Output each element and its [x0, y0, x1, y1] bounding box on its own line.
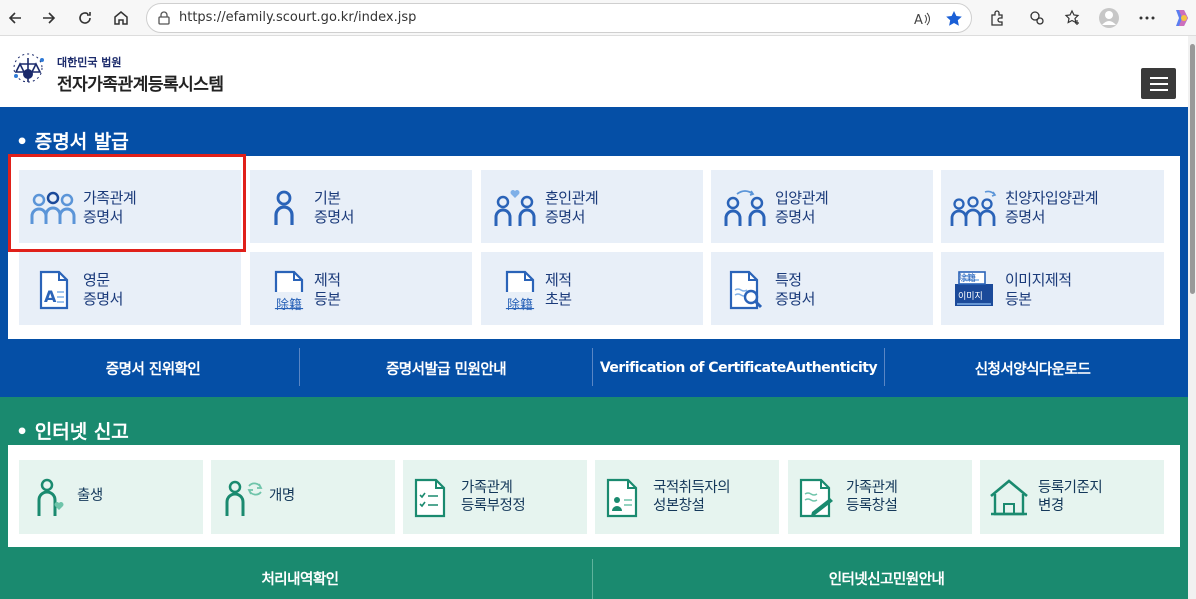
- rename-icon: [225, 480, 263, 516]
- logo-title[interactable]: 전자가족관계등록시스템: [57, 70, 224, 95]
- cert-removed-copy[interactable]: 除籍 제적 등본: [250, 252, 472, 325]
- card-label-line2: 성본창설: [653, 498, 705, 514]
- cert-marriage[interactable]: 혼인관계 증명서: [481, 170, 703, 243]
- card-label-line1: 가족관계: [461, 480, 513, 496]
- removed-badge: 除籍: [276, 298, 303, 313]
- link-verification-english[interactable]: Verification of CertificateAuthenticity: [593, 349, 884, 387]
- site-header: 대한민국 법원 전자가족관계등록시스템: [0, 36, 1188, 107]
- image-badge: 이미지: [958, 292, 983, 302]
- cert-english[interactable]: A 영문 증명서: [19, 252, 241, 325]
- card-label-line2: 증명서: [1005, 208, 1045, 226]
- link-issuance-guide[interactable]: 증명서발급 민원안내: [300, 349, 592, 387]
- card-label-line1: 개명: [269, 488, 295, 504]
- svg-text:A: A: [914, 13, 923, 27]
- internet-report-section: • 인터넷 신고 출생 개명 가족관계 등록부정정 국적취득자의 성본창설 가족…: [0, 397, 1188, 599]
- search-doc-icon: [729, 270, 763, 310]
- card-label-line1: 등록기준지: [1038, 480, 1103, 496]
- link-processing-history[interactable]: 처리내역확인: [8, 559, 592, 597]
- cert-full-adoption[interactable]: 친양자입양관계 증명서: [941, 170, 1164, 243]
- favorite-star-icon[interactable]: [945, 10, 963, 28]
- cert-basic[interactable]: 기본 증명서: [250, 170, 472, 243]
- more-menu-icon[interactable]: [1134, 6, 1160, 30]
- browser-toolbar: https://efamily.scourt.go.kr/index.jsp A: [0, 0, 1196, 36]
- court-logo-icon[interactable]: [8, 52, 52, 88]
- report-naturalized-surname[interactable]: 국적취득자의 성본창설: [595, 460, 779, 534]
- section-title: • 증명서 발급: [16, 131, 129, 153]
- house-icon: [990, 479, 1028, 516]
- profile-avatar-icon[interactable]: [1096, 6, 1122, 30]
- report-registration-base-change[interactable]: 등록기준지 변경: [980, 460, 1164, 534]
- cert-specific[interactable]: 특정 증명서: [711, 252, 933, 325]
- card-label-line1: 친양자입양관계: [1005, 189, 1099, 207]
- section-title: • 인터넷 신고: [16, 421, 129, 443]
- card-label-line1: 제적: [545, 271, 572, 289]
- back-icon[interactable]: [2, 6, 28, 30]
- svg-text:A: A: [44, 287, 57, 306]
- scrollbar-thumb[interactable]: [1190, 44, 1195, 294]
- address-bar[interactable]: https://efamily.scourt.go.kr/index.jsp A: [146, 3, 972, 33]
- hamburger-menu-button[interactable]: [1141, 68, 1176, 99]
- card-label-line1: 영문: [83, 271, 110, 289]
- checklist-doc-icon: [414, 478, 446, 518]
- write-doc-icon: [799, 478, 833, 518]
- url-text: https://efamily.scourt.go.kr/index.jsp: [179, 10, 417, 25]
- favorites-icon[interactable]: [1060, 6, 1086, 30]
- home-icon[interactable]: [108, 6, 134, 30]
- card-label-line2: 증명서: [314, 208, 354, 226]
- birth-icon: [37, 478, 64, 516]
- card-label-line2: 등본: [314, 290, 341, 308]
- selection-highlight: [8, 154, 246, 252]
- report-rename[interactable]: 개명: [211, 460, 395, 534]
- card-label-line1: 이미지제적: [1005, 271, 1072, 289]
- family-adoption-icon: [950, 190, 997, 226]
- forward-icon[interactable]: [36, 6, 62, 30]
- card-label-line2: 초본: [545, 290, 572, 308]
- card-label-line2: 증명서: [545, 208, 585, 226]
- card-label-line1: 가족관계: [846, 480, 898, 496]
- card-label-line2: 등록창설: [846, 498, 898, 514]
- adoption-icon: [724, 190, 766, 226]
- link-report-guide[interactable]: 인터넷신고민원안내: [593, 559, 1180, 597]
- page-viewport: 대한민국 법원 전자가족관계등록시스템 • 증명서 발급 가족관계 증명서 기본…: [0, 36, 1188, 599]
- link-form-download[interactable]: 신청서양식다운로드: [885, 349, 1180, 387]
- couple-heart-icon: [494, 190, 536, 226]
- cert-removed-abstract[interactable]: 除籍 제적 초본: [481, 252, 703, 325]
- logo-subtitle: 대한민국 법원: [57, 56, 122, 69]
- card-label-line1: 특정: [775, 271, 802, 289]
- english-doc-icon: A: [39, 270, 69, 310]
- card-label-line2: 증명서: [775, 208, 815, 226]
- cert-adoption[interactable]: 입양관계 증명서: [711, 170, 933, 243]
- refresh-icon[interactable]: [72, 6, 98, 30]
- card-label-line1: 입양관계: [775, 189, 829, 207]
- report-family-creation[interactable]: 가족관계 등록창설: [788, 460, 972, 534]
- removed-badge: 除籍: [507, 298, 534, 313]
- certificate-issuance-section: • 증명서 발급 가족관계 증명서 기본 증명서 혼인관계 증명서 입양관계 증…: [0, 107, 1188, 397]
- card-label-line2: 등록부정정: [461, 498, 526, 514]
- card-label-line1: 혼인관계: [545, 189, 599, 207]
- browser-essentials-icon[interactable]: [1024, 6, 1050, 30]
- report-family-correction[interactable]: 가족관계 등록부정정: [403, 460, 587, 534]
- card-label-line2: 증명서: [83, 290, 123, 308]
- site-info-icon[interactable]: [157, 11, 171, 25]
- card-label-line1: 기본: [314, 189, 341, 207]
- card-label-line2: 등본: [1005, 290, 1032, 308]
- card-label-line1: 출생: [77, 488, 103, 504]
- card-label-line1: 제적: [314, 271, 341, 289]
- card-label-line2: 변경: [1038, 498, 1064, 514]
- link-verify-certificate[interactable]: 증명서 진위확인: [8, 349, 298, 387]
- person-icon: [274, 190, 294, 225]
- card-label-line1: 국적취득자의: [653, 480, 731, 496]
- read-aloud-icon[interactable]: A: [913, 11, 931, 27]
- id-doc-icon: [606, 478, 638, 518]
- report-birth[interactable]: 출생: [19, 460, 203, 534]
- extensions-icon[interactable]: [984, 6, 1010, 30]
- copilot-icon[interactable]: [1168, 6, 1194, 30]
- card-label-line2: 증명서: [775, 290, 815, 308]
- removed-badge: 除籍: [958, 274, 977, 284]
- cert-image-removed[interactable]: 除籍 이미지 이미지제적 등본: [941, 252, 1164, 325]
